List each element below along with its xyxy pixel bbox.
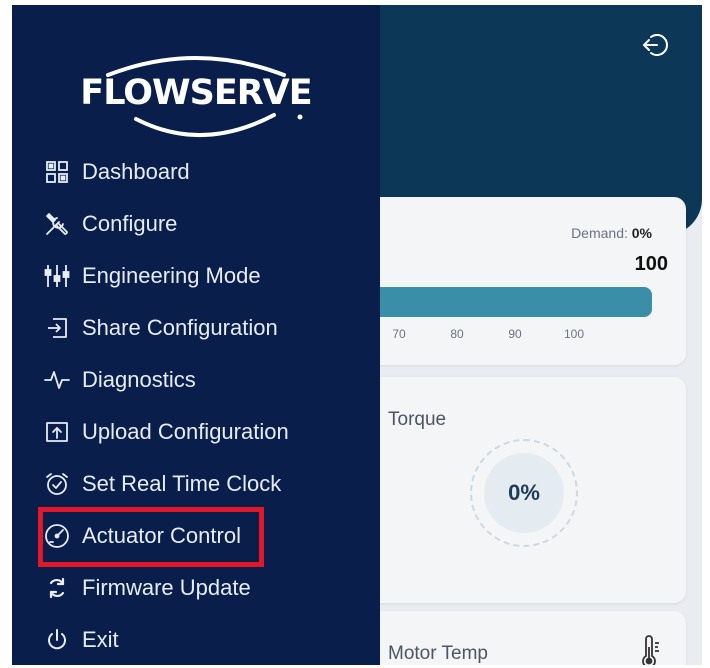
torque-gauge: 0%: [470, 439, 578, 547]
logout-icon: [643, 34, 668, 56]
share-icon: [42, 313, 72, 343]
menu-item-diagnostics[interactable]: Diagnostics: [42, 360, 362, 400]
menu-item-upload-configuration[interactable]: Upload Configuration: [42, 412, 362, 452]
flowserve-logo: FLOWSERVE: [78, 49, 314, 141]
actuator-control-highlight-box: [38, 507, 264, 567]
upload-icon: [42, 417, 72, 447]
app-screen: Demand: 0% 100 60 70 80 90 100 Torque 0%…: [12, 5, 702, 665]
logout-button[interactable]: [638, 27, 674, 63]
diagnostics-icon: [42, 365, 72, 395]
demand-tick: 100: [563, 327, 585, 341]
menu-item-dashboard[interactable]: Dashboard: [42, 152, 362, 192]
torque-value: 0%: [484, 453, 564, 533]
demand-value: 0%: [631, 225, 652, 241]
menu-item-exit[interactable]: Exit: [42, 620, 362, 660]
menu-label: Diagnostics: [82, 367, 196, 392]
demand-label: Demand: 0%: [571, 225, 652, 241]
menu-item-share-configuration[interactable]: Share Configuration: [42, 308, 362, 348]
menu-item-firmware-update[interactable]: Firmware Update: [42, 568, 362, 608]
thermometer-icon: [642, 635, 659, 665]
configure-icon: [42, 209, 72, 239]
menu-label: Upload Configuration: [82, 419, 289, 444]
menu-label: Dashboard: [82, 159, 190, 184]
menu-label: Engineering Mode: [82, 263, 261, 288]
menu-label: Exit: [82, 627, 119, 652]
demand-tick: 90: [508, 327, 522, 341]
engineering-icon: [42, 261, 72, 291]
menu-item-engineering-mode[interactable]: Engineering Mode: [42, 256, 362, 296]
menu-label: Configure: [82, 211, 178, 236]
refresh-icon: [42, 573, 72, 603]
logo-text: FLOWSERVE: [80, 73, 312, 113]
demand-tick: 70: [392, 327, 406, 341]
menu-label: Share Configuration: [82, 315, 278, 340]
motor-temp-title: Motor Temp: [388, 643, 488, 664]
demand-tick: 80: [450, 327, 464, 341]
demand-max-label: 100: [634, 253, 668, 275]
menu-item-configure[interactable]: Configure: [42, 204, 362, 244]
torque-title: Torque: [388, 409, 447, 430]
menu-item-set-real-time-clock[interactable]: Set Real Time Clock: [42, 464, 362, 504]
menu-label: Set Real Time Clock: [82, 471, 282, 496]
alarm-clock-icon: [42, 469, 72, 499]
menu-label: Firmware Update: [82, 575, 251, 600]
dashboard-icon: [42, 157, 72, 187]
power-icon: [42, 625, 72, 655]
